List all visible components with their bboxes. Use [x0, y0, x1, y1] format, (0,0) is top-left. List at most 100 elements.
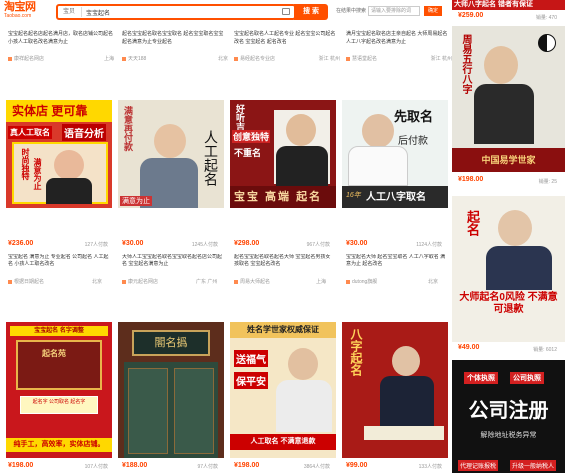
ad-card[interactable]: 周易五行八字 中国易学世家: [452, 26, 565, 172]
bottom-text: 16年: [346, 192, 361, 199]
badge-text: 保平安: [234, 372, 268, 389]
search-scope-dropdown[interactable]: 宝贝: [60, 7, 82, 17]
product-price: ¥30.00: [122, 240, 144, 247]
ad-card[interactable]: 大师八字起名 错者有保证: [452, 0, 565, 10]
person-face: [154, 124, 186, 158]
headline-text: 后付款: [398, 136, 428, 147]
shop-info: 康祥起名网店 上海: [8, 55, 114, 62]
ad-price: ¥49.00: [458, 344, 480, 351]
badge-text: 真人工取名: [8, 126, 52, 139]
ad-card[interactable]: 个体执照 公司执照 公司注册 解除地址税务异常 代理记账报税 升级一般纳税人: [452, 360, 565, 473]
product-title[interactable]: 宝宝起名取名人工起名专业 起名宝宝公司起名改名 宝宝起名 起名改名: [234, 30, 340, 46]
person-face: [286, 114, 316, 146]
shop-location: 北京: [217, 56, 228, 62]
person-body: [276, 380, 332, 432]
camera-search-icon[interactable]: [282, 8, 290, 15]
notice-box: 起名字 公司取名 起名字: [20, 396, 98, 414]
bottom-text: 人工八字取名: [366, 192, 426, 203]
shop-icon: [122, 279, 126, 284]
shop-location: 浙江 杭州: [430, 56, 452, 62]
ad-subtitle: 中国易学世家: [452, 148, 565, 172]
shop-name[interactable]: 康元起名网店: [128, 279, 158, 285]
ad-subtitle: 大师起名0风险 不满意可退款: [459, 292, 558, 315]
bottom-text: 人工取名 不满意退款: [230, 434, 336, 450]
badge-text: 创意独特: [232, 130, 271, 143]
side-text: 时尚独特: [21, 148, 30, 180]
shop-plaque: 閣名撝: [132, 330, 210, 356]
search-input[interactable]: [86, 7, 276, 17]
ad-price: ¥259.00: [458, 12, 484, 19]
ad-title: 大师八字起名 错者有保证: [454, 1, 533, 8]
shop-icon: [8, 56, 12, 61]
shop-name[interactable]: 康祥起名网店: [14, 56, 44, 62]
person-face: [498, 210, 532, 246]
search-button[interactable]: 搜 索: [294, 4, 328, 20]
product-image[interactable]: 宝宝起名 名字调整 起名苑 起名字 公司取名 起名字 纯手工，高效率，实体店铺。: [6, 322, 112, 458]
product-title[interactable]: 满月宝宝起名取名店主亲自起名 大师周易起名 人工八字起名改名满意为止: [346, 30, 452, 46]
badge-text: 满意为止: [120, 196, 152, 206]
window-left: [128, 368, 168, 454]
shop-name[interactable]: 天天188: [128, 56, 146, 62]
product-image[interactable]: 满意再付款 人工起名 满意为止: [118, 100, 224, 208]
sales-count: 107人付款: [84, 464, 108, 470]
top-header: 淘宝网 Taobao.com 宝贝 搜 索 在结果中搜索 请输入要排除的词 确定: [0, 0, 448, 24]
product-title[interactable]: 大师人工宝宝起名取名宝宝取名起名店公司起名 宝宝起名满意为止: [122, 254, 222, 268]
shop-name[interactable]: 周易大师起名: [240, 279, 270, 285]
shop-name[interactable]: 慧语堂起名: [352, 56, 377, 62]
shop-name[interactable]: 根据日期起名: [14, 279, 44, 285]
side-text: 满意再付款: [123, 106, 133, 151]
tag-badge: 代理记账报税: [458, 460, 499, 471]
top-row-cards: 宝宝起名起名店起名满月店，取名店铺公司起名 小孩人工取名改名满意为止 康祥起名网…: [0, 24, 452, 68]
ad-title: 起名: [464, 210, 479, 236]
product-image[interactable]: 姓名学世家权威保证 送福气 保平安 人工取名 不满意退款: [230, 322, 336, 458]
bottom-text: 宝宝 高端 起名: [234, 191, 323, 203]
banner-text: 宝宝起名 名字调整: [10, 326, 108, 336]
sales-count: 97人付款: [197, 464, 218, 470]
product-image[interactable]: 实体店 更可靠 真人工取名 语音分析 时尚独特 满意为止: [6, 100, 112, 208]
ad-price: ¥198.00: [458, 176, 484, 183]
product-price: ¥198.00: [234, 462, 260, 469]
person-body: [474, 84, 534, 144]
logo-text: 淘宝网: [4, 1, 36, 13]
sales-count: 967人付款: [306, 242, 330, 248]
product-title[interactable]: 宝宝起名起名店起名满月店，取名店铺公司起名 小孩人工取名改名满意为止: [8, 30, 114, 46]
shop-location: 浙江 杭州: [318, 56, 340, 62]
sales-count: 1245人付款: [191, 242, 218, 248]
exclude-confirm-button[interactable]: 确定: [424, 6, 442, 16]
product-image[interactable]: 先取名 后付款 16年 人工八字取名: [342, 100, 448, 208]
ad-card[interactable]: 起名 大师起名0风险 不满意可退款: [452, 196, 565, 342]
product-title[interactable]: 宝宝起名 满意为止 专业起名 公司起名 人工起名 小孩人工取名改名: [8, 254, 112, 268]
person-face: [362, 114, 394, 148]
sales-count: 127人付款: [84, 242, 108, 248]
product-title[interactable]: 宝宝起名大师 起名宝宝取名 人工八字取名 满意为止 起名改名: [346, 254, 446, 268]
shop-info: 根据日期起名: [8, 278, 44, 285]
product-image[interactable]: 閣名撝: [118, 322, 224, 458]
side-text: 满意为止: [33, 158, 42, 190]
calligraphy-text: 人工起名: [202, 130, 218, 186]
headline-text: 先取名: [394, 110, 434, 125]
ad-sales: 销量: 470: [535, 15, 557, 21]
person-face: [392, 346, 420, 376]
product-price: ¥198.00: [8, 462, 34, 469]
badge-text: 送福气: [234, 350, 268, 367]
person-body: [276, 146, 328, 186]
window-right: [174, 368, 214, 454]
product-image[interactable]: 八字起名: [342, 322, 448, 458]
shop-icon: [346, 56, 350, 61]
product-price: ¥188.00: [122, 462, 148, 469]
shop-name[interactable]: dutong旗舰: [352, 279, 377, 285]
product-price: ¥99.00: [346, 462, 368, 469]
shop-location: 上海: [316, 279, 327, 285]
taobao-logo[interactable]: 淘宝网 Taobao.com: [4, 1, 46, 23]
product-title[interactable]: 起名宝宝起名取名宝宝取名 起名宝宝取名宝宝 起名满意为止专业起名: [122, 30, 228, 46]
shop-location: 上海: [103, 56, 114, 62]
product-price: ¥30.00: [346, 240, 368, 247]
person-body: [348, 146, 408, 186]
exclude-words-input[interactable]: 请输入要排除的词: [368, 6, 420, 16]
shop-info: 周易大师起名: [234, 278, 270, 285]
product-title[interactable]: 起名宝宝起名取名起名大师 宝宝起名男孩女孩取名 宝宝起名改名: [234, 254, 334, 268]
shop-sign: 起名苑: [42, 349, 66, 358]
product-image[interactable]: 好听吉祥 创意独特 不重名 宝宝 高端 起名: [230, 100, 336, 208]
badge-text: 语音分析: [62, 124, 106, 141]
shop-name[interactable]: 易经起名专业店: [240, 56, 275, 62]
